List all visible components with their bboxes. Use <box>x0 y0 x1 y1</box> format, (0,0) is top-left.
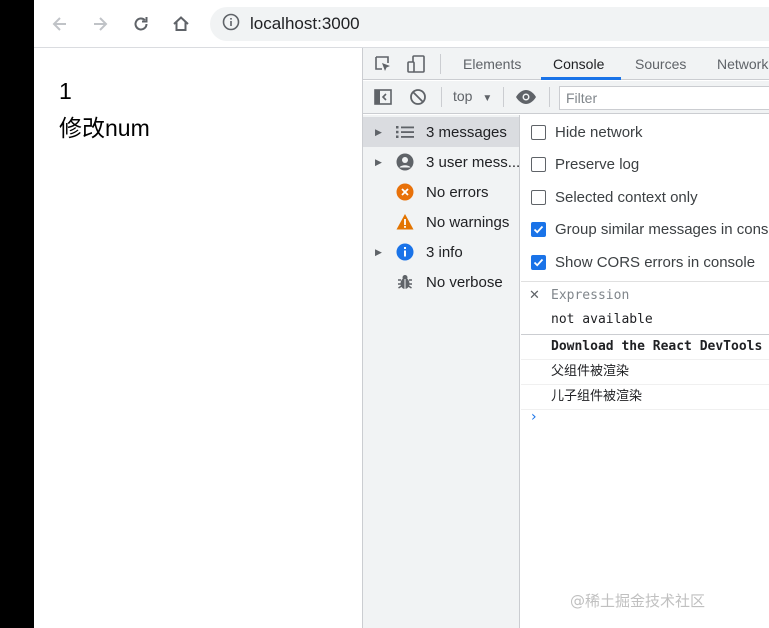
context-selector[interactable]: top ▼ <box>453 88 492 104</box>
expand-arrow-icon[interactable]: ▶ <box>375 157 382 168</box>
toolbar-divider <box>441 87 442 107</box>
setting-label: Preserve log <box>555 156 640 173</box>
list-icon <box>396 123 414 141</box>
dropdown-arrow-icon: ▼ <box>482 93 493 104</box>
modify-num-button[interactable]: 修改num <box>59 109 150 143</box>
expand-arrow-icon[interactable]: ▶ <box>375 127 382 138</box>
expand-arrow-icon[interactable]: ▶ <box>375 247 382 258</box>
user-icon <box>396 153 414 171</box>
console-toolbar: top ▼ Filter <box>363 81 769 114</box>
live-expression-eye-icon[interactable] <box>515 87 537 110</box>
checkbox[interactable] <box>531 222 546 237</box>
sidebar-item-error[interactable]: No errors <box>363 177 519 207</box>
back-icon[interactable] <box>46 10 74 38</box>
console-output: ✕ Expression not available Download the … <box>521 281 769 628</box>
devtools-tabbar: Elements Console Sources Network <box>363 48 769 80</box>
expression-value: not available <box>551 312 653 327</box>
reload-icon[interactable] <box>127 10 155 38</box>
checkmark-icon <box>533 258 544 266</box>
console-prompt-icon[interactable]: › <box>531 409 537 425</box>
toolbar-divider <box>503 87 504 107</box>
filter-input[interactable]: Filter <box>559 86 769 110</box>
active-tab-indicator <box>541 77 621 80</box>
live-expression: ✕ Expression not available <box>521 281 769 335</box>
home-icon[interactable] <box>167 10 195 38</box>
sidebar-item-info[interactable]: ▶ 3 info <box>363 237 519 267</box>
error-icon <box>396 183 414 201</box>
info-icon <box>396 243 414 261</box>
setting-label: Hide network <box>555 123 643 141</box>
context-label: top <box>453 88 473 104</box>
clear-console-icon[interactable] <box>408 87 428 110</box>
tab-network[interactable]: Network <box>717 48 768 80</box>
close-icon[interactable]: ✕ <box>529 288 540 303</box>
sidebar-item-label: No warnings <box>426 213 510 231</box>
console-settings: Hide network Preserve log Selected context… <box>521 115 769 281</box>
address-bar[interactable]: localhost:3000 <box>210 7 769 41</box>
warning-icon <box>396 213 414 231</box>
sidebar-item-label: 3 info <box>426 243 463 261</box>
sidebar-item-label: 3 messages <box>426 123 507 141</box>
devtools-panel: Elements Console Sources Network top ▼ F… <box>362 48 769 628</box>
checkbox[interactable] <box>531 254 546 270</box>
sidebar-toggle-icon[interactable] <box>373 87 393 110</box>
sidebar-item-label: 3 user mess... <box>426 153 521 171</box>
log-message: 儿子组件被渲染 <box>521 385 769 410</box>
tab-sources[interactable]: Sources <box>635 48 686 80</box>
num-value: 1 <box>59 78 72 104</box>
sidebar-item-label: No verbose <box>426 273 503 291</box>
setting-hide-network[interactable]: Hide network <box>531 120 643 144</box>
forward-icon[interactable] <box>86 10 114 38</box>
device-toggle-icon[interactable] <box>406 54 426 77</box>
inspect-icon[interactable] <box>373 54 393 77</box>
checkmark-icon <box>533 225 544 234</box>
setting-label: Selected context only <box>555 188 698 206</box>
toolbar-divider <box>440 54 441 74</box>
bug-icon <box>396 273 414 291</box>
setting-label: Show CORS errors in console <box>555 253 756 271</box>
checkbox[interactable] <box>531 124 546 140</box>
setting-preserve-log[interactable]: Preserve log <box>531 153 639 177</box>
sidebar-item-bug[interactable]: No verbose <box>363 267 519 297</box>
sidebar-item-warning[interactable]: No warnings <box>363 207 519 237</box>
page-content: 1 修改num <box>34 48 362 628</box>
log-message: 父组件被渲染 <box>521 360 769 385</box>
browser-toolbar: localhost:3000 <box>34 0 769 48</box>
setting-show-cors-errors-in-console[interactable]: Show CORS errors in console <box>531 250 755 274</box>
sidebar-item-user[interactable]: ▶ 3 user mess... <box>363 147 521 177</box>
checkbox[interactable] <box>531 189 546 205</box>
site-info-icon[interactable] <box>222 13 240 36</box>
setting-group-similar-messages-in-console[interactable]: Group similar messages in console <box>531 218 769 242</box>
setting-selected-context-only[interactable]: Selected context only <box>531 185 698 209</box>
sidebar-item-label: No errors <box>426 183 489 201</box>
browser-window: localhost:3000 1 修改num Elements Console … <box>34 0 769 628</box>
checkbox[interactable] <box>531 157 546 172</box>
tab-elements[interactable]: Elements <box>463 48 521 80</box>
url-text[interactable]: localhost:3000 <box>250 14 360 34</box>
expression-label[interactable]: Expression <box>551 288 629 303</box>
log-message: Download the React DevTools <box>521 335 769 360</box>
console-sidebar: ▶ 3 messages ▶ 3 user mess... No errors No wa… <box>363 115 520 628</box>
setting-label: Group similar messages in console <box>555 221 769 238</box>
watermark: @稀土掘金技术社区 <box>570 592 706 610</box>
toolbar-divider <box>549 87 550 107</box>
sidebar-item-list[interactable]: ▶ 3 messages <box>363 117 519 147</box>
tab-console[interactable]: Console <box>553 48 604 80</box>
